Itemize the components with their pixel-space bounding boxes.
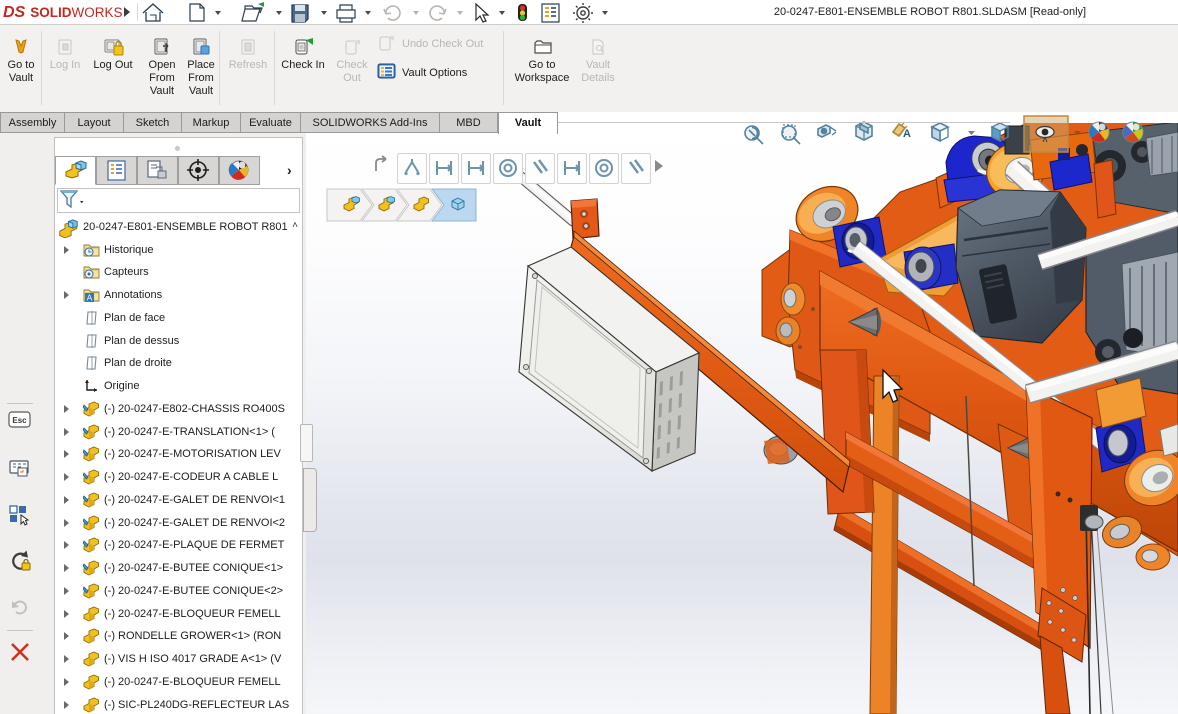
svg-text:Esc: Esc <box>12 416 27 425</box>
svg-text:A: A <box>87 293 93 303</box>
